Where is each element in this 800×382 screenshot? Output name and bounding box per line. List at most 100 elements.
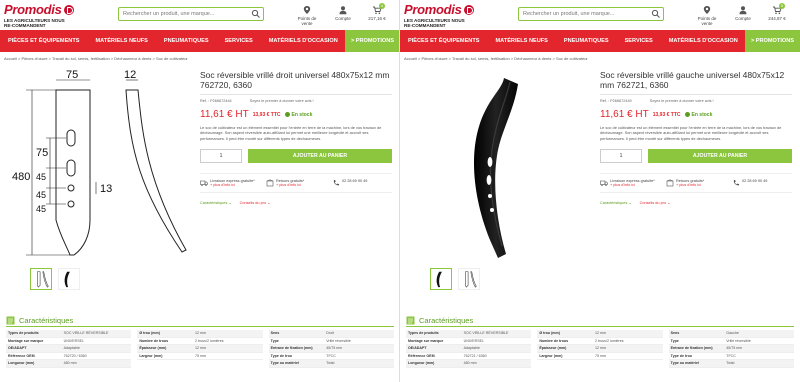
review-link[interactable]: Soyez le premier à donner votre avis ! <box>250 99 314 103</box>
stock-label: En stock <box>291 111 313 118</box>
table-row: Longueur (mm) 480 mm <box>406 360 532 368</box>
service-delivery-sub[interactable]: + plus d'info ici <box>210 183 255 187</box>
promodis-logo[interactable]: Promodis LES AGRICULTEURS NOUS RE-COMMAN… <box>4 2 74 28</box>
logo-mark-icon <box>63 4 74 15</box>
table-row: Montage sur marque UNIVERSEL <box>406 338 532 345</box>
cart-button[interactable]: 4 217,16 € <box>362 3 392 21</box>
search-input[interactable]: Rechercher un produit, une marque... <box>118 7 264 21</box>
store-label: Points de vente <box>697 16 717 26</box>
char-value: 45/75 mm <box>326 346 343 351</box>
service-phone-number: 02 28 69 90 49 <box>742 178 768 183</box>
table-row: Types de produits SOC VRILLE RÉVERSIBLE <box>6 330 132 338</box>
char-key: Largeur (mm) <box>539 353 563 358</box>
table-row: Nombre de trous 2 trous/2 lumières <box>537 338 663 345</box>
nav-item-pieces[interactable]: PIÈCES ET ÉQUIPEMENTS <box>0 38 88 44</box>
account-button[interactable]: Compte <box>728 5 758 21</box>
table-row: Ø trou (mm) 12 mm <box>537 330 663 338</box>
search-icon[interactable] <box>251 9 261 19</box>
breadcrumb[interactable]: Accueil > Pièces d'usure > Travail du so… <box>404 56 588 61</box>
location-pin-icon <box>303 6 311 14</box>
char-column: Types de produits SOC VRILLE RÉVERSIBLE M… <box>406 330 532 368</box>
service-delivery-sub[interactable]: + plus d'info ici <box>610 183 655 187</box>
product-photo[interactable] <box>406 70 594 265</box>
review-link[interactable]: Soyez le premier à donner votre avis ! <box>650 99 714 103</box>
service-returns-sub[interactable]: + plus d'info ici <box>276 183 304 187</box>
table-row: Type ou matériel Twist <box>268 360 394 368</box>
thumbnail-strip <box>430 268 480 290</box>
nav-item-pieces[interactable]: PIÈCES ET ÉQUIPEMENTS <box>400 38 488 44</box>
store-locator-button[interactable]: Points de vente <box>292 5 322 26</box>
characteristics-table: Types de produits SOC VRILLE RÉVERSIBLE M… <box>406 330 794 368</box>
mounting-slot <box>487 157 493 167</box>
table-row: Référence OEM 762721 / 6360 <box>406 353 532 360</box>
table-row: Type de trou TFCC <box>668 353 794 360</box>
nav-item-services[interactable]: SERVICES <box>617 38 661 44</box>
table-row: Épaisseur (mm) 12 mm <box>137 345 263 353</box>
service-phone[interactable]: 02 28 69 90 49 <box>732 179 792 187</box>
characteristics-link[interactable]: Caractéristiques ⌄ <box>200 200 232 205</box>
char-value: 762721 / 6360 <box>463 353 487 358</box>
thumbnail-photo[interactable] <box>430 268 452 290</box>
char-key: Type de trou <box>670 353 692 358</box>
thumbnail-drawing[interactable] <box>458 268 480 290</box>
nav-item-pneumatiques[interactable]: PNEUMATIQUES <box>156 38 217 44</box>
thumbnail-drawing[interactable] <box>30 268 52 290</box>
logo-word: Promodis <box>4 2 62 17</box>
pro-advice-link[interactable]: Conseils du pro ⌄ <box>240 200 271 205</box>
characteristics-link[interactable]: Caractéristiques ⌄ <box>600 200 632 205</box>
logo-tagline-2: RE-COMMANDENT <box>4 23 46 28</box>
store-locator-button[interactable]: Points de vente <box>692 5 722 26</box>
table-row: Type Vrillé réversible <box>268 338 394 345</box>
quantity-input[interactable]: 1 <box>200 148 242 163</box>
nav-item-services[interactable]: SERVICES <box>217 38 261 44</box>
service-phone[interactable]: 02 28 69 90 49 <box>332 179 392 187</box>
quantity-input[interactable]: 1 <box>600 148 642 163</box>
table-row: Montage sur marque UNIVERSEL <box>6 338 132 345</box>
dim-thickness-12: 12 <box>124 70 136 81</box>
dim-entraxe-75: 75 <box>36 147 48 159</box>
thumbnail-photo[interactable] <box>58 268 80 290</box>
divider <box>200 94 392 95</box>
account-button[interactable]: Compte <box>328 5 358 21</box>
search-input[interactable]: Rechercher un produit, une marque... <box>518 7 664 21</box>
buy-row: 1 AJOUTER AU PANIER <box>600 148 792 163</box>
breadcrumb[interactable]: Accueil > Pièces d'usure > Travail du so… <box>4 56 188 61</box>
account-label: Compte <box>335 16 351 21</box>
price-ht: 11,61 € HT <box>600 109 649 120</box>
nav-item-promotions[interactable]: > PROMOTIONS <box>344 30 399 52</box>
table-row: OE/ADAPT Adaptable <box>406 345 532 353</box>
nav-item-materiels-neufs[interactable]: MATÉRIELS NEUFS <box>488 38 556 44</box>
table-row: Largeur (mm) 75 mm <box>137 353 263 360</box>
service-delivery[interactable]: Livraison express gratuite* + plus d'info… <box>600 179 660 187</box>
nav-item-occasion[interactable]: MATÉRIELS D'OCCASION <box>261 38 346 44</box>
service-delivery[interactable]: Livraison express gratuite* + plus d'info… <box>200 179 260 187</box>
search-placeholder: Rechercher un produit, une marque... <box>523 11 615 17</box>
truck-icon <box>200 180 208 186</box>
nav-item-promotions[interactable]: > PROMOTIONS <box>744 30 800 52</box>
price-ttc: 13,93 € TTC <box>252 111 281 118</box>
nav-item-pneumatiques[interactable]: PNEUMATIQUES <box>556 38 617 44</box>
char-key: Longueur (mm) <box>408 361 435 366</box>
char-key: Type ou matériel <box>270 361 299 366</box>
logo-word: Promodis <box>404 2 462 17</box>
cart-button[interactable]: 5 244,87 € <box>762 3 792 21</box>
char-key: Entraxe de fixation (mm) <box>670 346 713 351</box>
service-returns[interactable]: Retours gratuits* + plus d'info ici <box>666 179 726 187</box>
add-to-cart-button[interactable]: AJOUTER AU PANIER <box>648 148 792 163</box>
add-to-cart-button[interactable]: AJOUTER AU PANIER <box>248 148 392 163</box>
char-key: Nombre de trous <box>539 338 569 343</box>
service-returns[interactable]: Retours gratuits* + plus d'info ici <box>266 179 326 187</box>
promodis-logo[interactable]: Promodis LES AGRICULTEURS NOUS RE-COMMAN… <box>404 2 474 28</box>
nav-item-occasion[interactable]: MATÉRIELS D'OCCASION <box>661 38 746 44</box>
product-technical-drawing[interactable]: 75 12 75 45 45 45 480 13 <box>6 70 194 265</box>
char-key: Référence OEM <box>408 353 435 358</box>
char-value: 45/75 mm <box>726 346 743 351</box>
table-row: Longueur (mm) 480 mm <box>6 360 132 368</box>
search-icon[interactable] <box>651 9 661 19</box>
char-value: Gauche <box>726 331 739 336</box>
search-placeholder: Rechercher un produit, une marque... <box>123 11 215 17</box>
nav-item-materiels-neufs[interactable]: MATÉRIELS NEUFS <box>88 38 156 44</box>
service-returns-sub[interactable]: + plus d'info ici <box>676 183 704 187</box>
char-value: SOC VRILLE RÉVERSIBLE <box>463 331 509 336</box>
pro-advice-link[interactable]: Conseils du pro ⌄ <box>640 200 671 205</box>
